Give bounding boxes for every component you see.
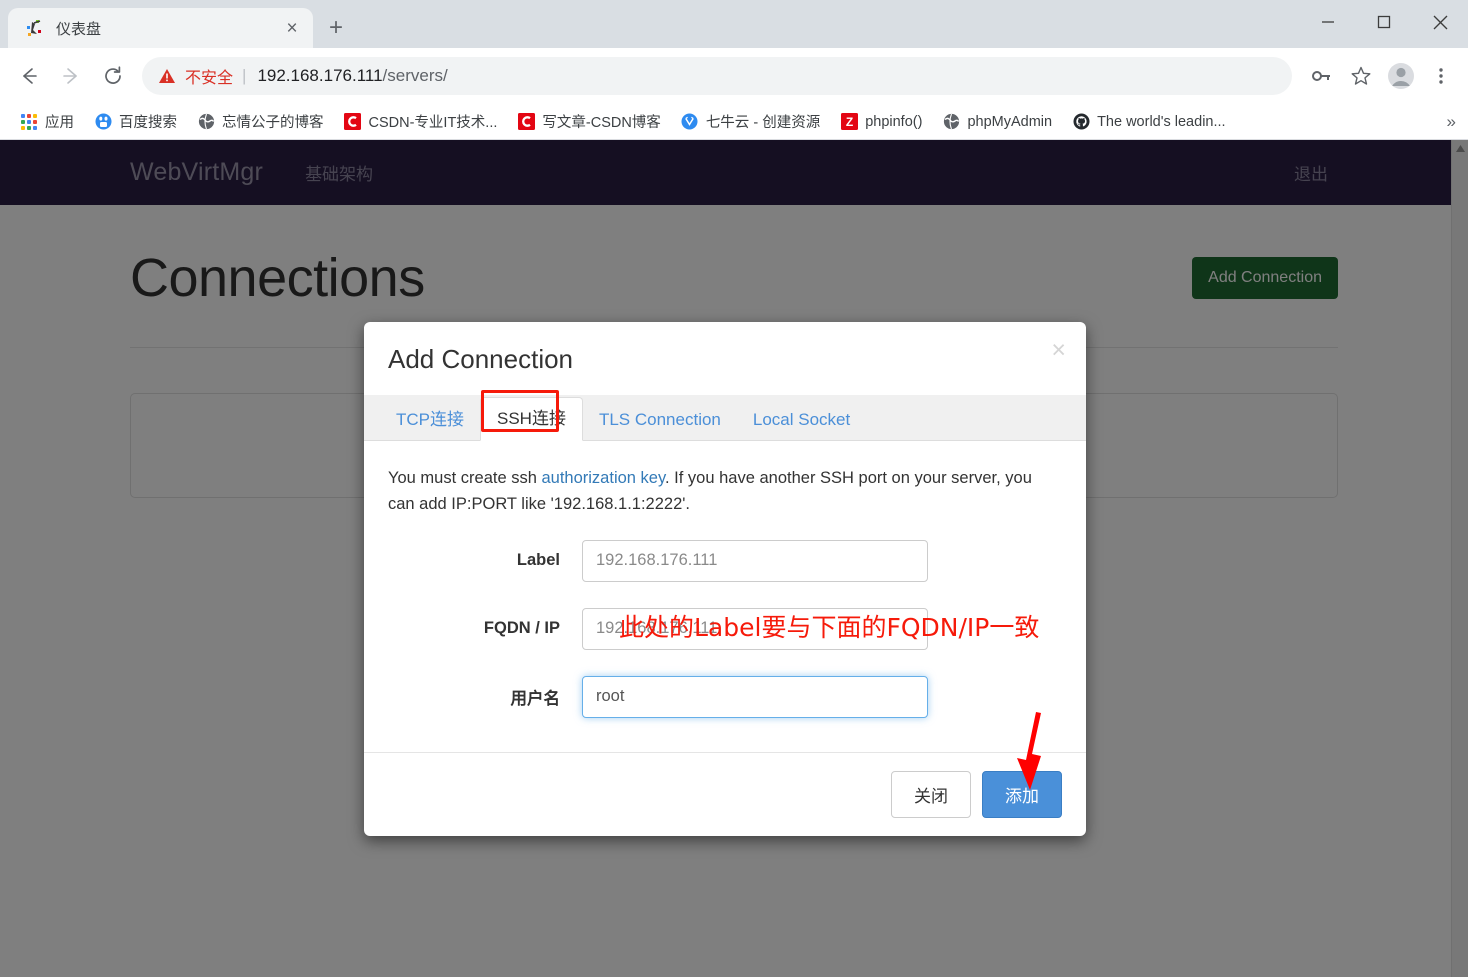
- csdn-icon: [344, 113, 362, 131]
- window-maximize-icon[interactable]: [1356, 0, 1412, 44]
- qiniu-icon: [681, 113, 699, 131]
- help-text-part1: You must create ssh: [388, 469, 542, 487]
- globe-icon: [942, 113, 960, 131]
- github-icon: [1072, 113, 1090, 131]
- browser-toolbar: 不安全 | 192.168.176.111/servers/: [0, 48, 1468, 104]
- bookmark-label: 七牛云 - 创建资源: [705, 115, 821, 131]
- modal-footer: 关闭 添加: [364, 751, 1086, 836]
- csdn-icon: [517, 113, 535, 131]
- key-icon[interactable]: [1302, 57, 1340, 95]
- toolbar-icon-group: [1302, 57, 1460, 95]
- address-bar[interactable]: 不安全 | 192.168.176.111/servers/: [142, 57, 1292, 95]
- bookmark-blog[interactable]: 忘情公子的博客: [189, 108, 332, 136]
- url-path: /servers/: [382, 66, 448, 85]
- modal-header: Add Connection ×: [364, 322, 1086, 395]
- bookmark-csdn-tech[interactable]: CSDN-专业IT技术...: [336, 108, 506, 136]
- username-field-label: 用户名: [510, 689, 561, 708]
- browser-window: 仪表盘 × + 不安全 | 192.168.176.111 /servers/ …: [0, 0, 1468, 977]
- reload-button[interactable]: [92, 55, 134, 97]
- bookmark-label: phpMyAdmin: [967, 113, 1053, 130]
- bookmark-label: 忘情公子的博客: [222, 115, 324, 131]
- apps-grid-icon: [20, 113, 38, 131]
- star-icon[interactable]: [1342, 57, 1380, 95]
- bookmark-phpmyadmin[interactable]: phpMyAdmin: [934, 108, 1060, 136]
- modal-close-icon[interactable]: ×: [1051, 338, 1066, 363]
- modal-close-button[interactable]: 关闭: [891, 770, 971, 818]
- window-close-icon[interactable]: [1412, 0, 1468, 44]
- add-connection-modal: Add Connection × TCP连接 SSH连接 TLS Connect…: [364, 322, 1086, 836]
- profile-avatar-icon[interactable]: [1382, 57, 1420, 95]
- zend-icon: Z: [840, 113, 858, 131]
- new-tab-button[interactable]: +: [319, 11, 353, 45]
- globe-icon: [197, 113, 215, 131]
- bookmark-github[interactable]: The world's leadin...: [1064, 108, 1234, 136]
- bookmark-label: 写文章-CSDN博客: [542, 115, 661, 131]
- tab-ssh-connection[interactable]: SSH连接: [480, 396, 583, 441]
- form-row-label: Label: [388, 539, 1062, 582]
- bookmarks-bar: 应用 百度搜索 忘情公子的博客 CSDN-专业IT技术... 写文章-CSDN博: [0, 104, 1468, 140]
- bookmark-apps[interactable]: 应用: [12, 108, 82, 136]
- svg-text:Z: Z: [846, 115, 853, 129]
- annotation-label-note: 此处的Label要与下面的FQDN/IP一致: [619, 613, 1040, 642]
- tab-tcp-connection[interactable]: TCP连接: [380, 399, 480, 441]
- bookmark-baidu[interactable]: 百度搜索: [86, 108, 185, 136]
- label-input[interactable]: [582, 539, 928, 582]
- ssh-help-text: You must create ssh authorization key. I…: [388, 465, 1062, 518]
- tab-title: 仪表盘: [56, 20, 102, 38]
- bookmark-label: 百度搜索: [119, 115, 177, 131]
- forward-button[interactable]: [50, 55, 92, 97]
- fqdn-field-label: FQDN / IP: [483, 619, 560, 638]
- insecure-label: 不安全: [185, 70, 234, 87]
- bookmark-label: CSDN-专业IT技术...: [368, 115, 498, 131]
- dashboard-favicon: [24, 18, 44, 38]
- annotation-arrow-icon: [1008, 710, 1054, 797]
- label-field-label: Label: [516, 551, 560, 570]
- chrome-menu-icon[interactable]: [1422, 57, 1460, 95]
- bookmark-csdn-write[interactable]: 写文章-CSDN博客: [509, 108, 668, 136]
- modal-tabs: TCP连接 SSH连接 TLS Connection Local Socket: [364, 395, 1086, 441]
- bookmark-phpinfo[interactable]: Z phpinfo(): [832, 108, 930, 136]
- window-minimize-icon[interactable]: [1300, 0, 1356, 44]
- bookmarks-overflow-icon[interactable]: »: [1447, 112, 1456, 132]
- username-input[interactable]: [582, 675, 928, 718]
- window-controls: [1300, 0, 1468, 44]
- insecure-warning-icon: [158, 67, 176, 85]
- tab-tls-connection[interactable]: TLS Connection: [583, 399, 737, 441]
- browser-tab[interactable]: 仪表盘 ×: [8, 8, 313, 48]
- omnibox-separator: |: [242, 66, 247, 85]
- page-viewport: WebVirtMgr 基础架构 退出 Connections Add Conne…: [0, 140, 1468, 977]
- modal-body: You must create ssh authorization key. I…: [364, 441, 1086, 752]
- back-button[interactable]: [8, 55, 50, 97]
- url-host: 192.168.176.111: [257, 66, 383, 85]
- baidu-icon: [94, 113, 112, 131]
- bookmark-label: phpinfo(): [865, 113, 923, 130]
- tab-close-icon[interactable]: ×: [279, 15, 305, 41]
- browser-titlebar: 仪表盘 × +: [0, 0, 1468, 48]
- bookmark-label: The world's leadin...: [1097, 113, 1226, 130]
- bookmark-qiniu[interactable]: 七牛云 - 创建资源: [673, 108, 828, 136]
- tab-local-socket[interactable]: Local Socket: [737, 399, 866, 441]
- bookmark-label: 应用: [45, 115, 74, 131]
- form-row-username: 用户名: [388, 675, 1062, 718]
- modal-title: Add Connection: [388, 344, 574, 374]
- authorization-key-link[interactable]: authorization key: [541, 469, 665, 487]
